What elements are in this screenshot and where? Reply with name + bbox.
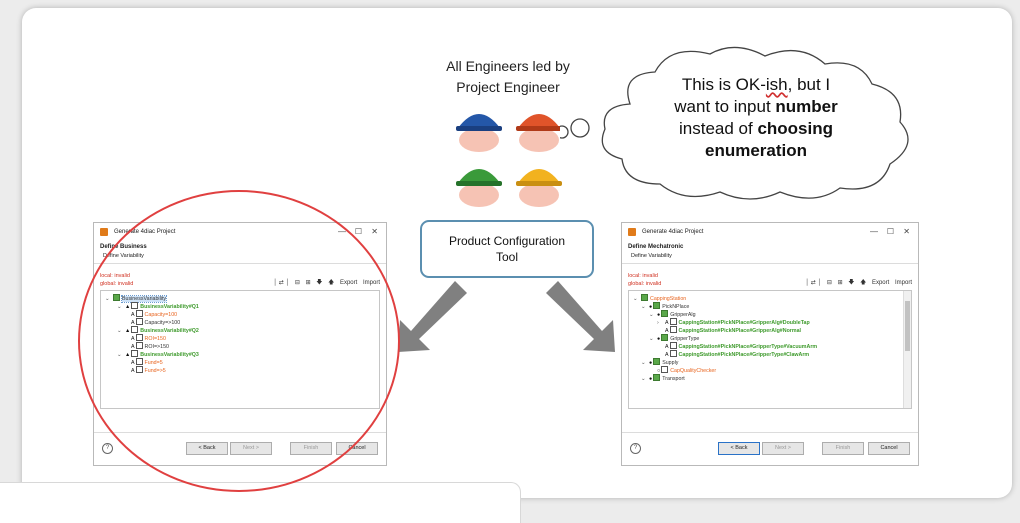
- tree-row[interactable]: ⌄ ● Transport: [641, 374, 685, 383]
- variability-tree[interactable]: ⌄ CappingStation ⌄ ● PickNPlace ⌄ ● GripperAlg ›…: [628, 290, 912, 409]
- expand-chevron-icon[interactable]: ⌄: [633, 295, 641, 303]
- scrollbar-thumb[interactable]: [905, 301, 910, 351]
- divider: [622, 263, 918, 264]
- status-local: local: invalid: [628, 273, 658, 279]
- app-icon: [628, 228, 636, 236]
- tree-checkbox[interactable]: [669, 342, 677, 349]
- expand-chevron-icon[interactable]: ⌄: [641, 303, 649, 311]
- tree-checkbox[interactable]: [653, 374, 661, 381]
- highlight-circle: [78, 190, 400, 492]
- tree-checkbox[interactable]: [669, 318, 677, 325]
- page-heading: Define Mechatronic: [628, 244, 684, 250]
- engineer-blue-icon: [456, 114, 502, 152]
- tree-checkbox[interactable]: [661, 366, 669, 373]
- expand-chevron-icon[interactable]: ⌄: [649, 311, 657, 319]
- app-icon: [100, 228, 108, 236]
- product-configuration-tool-box: Product Configuration Tool: [420, 220, 594, 278]
- toolbar: │ ⇄ │ ⊟ ⊞ 🡇 🡅 Export Import: [801, 278, 912, 288]
- constraint-marker-icon: ●: [649, 376, 653, 382]
- tree-checkbox[interactable]: [653, 358, 661, 365]
- tool-filter-icon[interactable]: │ ⇄ │: [805, 280, 821, 286]
- maximize-icon[interactable]: ☐: [355, 227, 362, 236]
- tree-item-label: Transport: [662, 376, 685, 382]
- engineer-red-icon: [516, 114, 562, 152]
- window-title: Generate 4diac Project: [642, 229, 704, 235]
- back-button[interactable]: < Back: [718, 442, 760, 455]
- title-bar: Generate 4diac Project — ☐ ✕: [622, 223, 918, 241]
- next-button[interactable]: Next >: [762, 442, 804, 455]
- tree-checkbox[interactable]: [661, 334, 669, 341]
- import-button[interactable]: Import: [895, 280, 912, 286]
- finish-button[interactable]: Finish: [822, 442, 864, 455]
- expand-all-icon[interactable]: ⊞: [838, 280, 843, 286]
- help-icon[interactable]: ?: [102, 443, 113, 454]
- tree-checkbox[interactable]: [669, 350, 677, 357]
- collapse-all-icon[interactable]: ⊟: [827, 280, 832, 286]
- cancel-button[interactable]: Cancel: [868, 442, 910, 455]
- tool-box-line1: Product Configuration: [448, 234, 566, 248]
- thought-text: This is OK-ish, but I want to input numb…: [674, 75, 838, 160]
- define-mechatronic-window: Generate 4diac Project — ☐ ✕ Define Mech…: [621, 222, 919, 466]
- tree-item-label: CappingStation#PickNPlace#GripperType#Cl…: [678, 352, 810, 358]
- expand-chevron-icon[interactable]: ⌄: [641, 375, 649, 383]
- close-icon[interactable]: ✕: [371, 227, 378, 236]
- tree-checkbox[interactable]: [641, 294, 648, 301]
- expand-chevron-icon[interactable]: ⌄: [641, 359, 649, 367]
- tree-checkbox[interactable]: [661, 310, 669, 317]
- export-button[interactable]: Export: [872, 280, 889, 286]
- expand-chevron-icon[interactable]: ⌄: [649, 335, 657, 343]
- page-subheading: Define Variability: [631, 253, 672, 259]
- tree-row[interactable]: A CappingStation#PickNPlace#GripperType#C…: [657, 350, 809, 359]
- engineer-yellow-icon: [516, 169, 562, 207]
- engineers-illustration: [456, 114, 562, 207]
- help-icon[interactable]: ?: [630, 443, 641, 454]
- maximize-icon[interactable]: ☐: [887, 227, 894, 236]
- tree-checkbox[interactable]: [653, 302, 661, 309]
- tree-checkbox[interactable]: [669, 326, 677, 333]
- status-global: global: invalid: [628, 281, 662, 287]
- tree-scrollbar[interactable]: [903, 291, 911, 408]
- tool-box-line2: Tool: [495, 250, 518, 264]
- move-up-icon[interactable]: 🡅: [860, 280, 866, 286]
- close-icon[interactable]: ✕: [903, 227, 910, 236]
- minimize-icon[interactable]: —: [870, 227, 878, 236]
- divider: [622, 432, 918, 433]
- move-down-icon[interactable]: 🡇: [848, 280, 854, 286]
- engineer-green-icon: [456, 169, 502, 207]
